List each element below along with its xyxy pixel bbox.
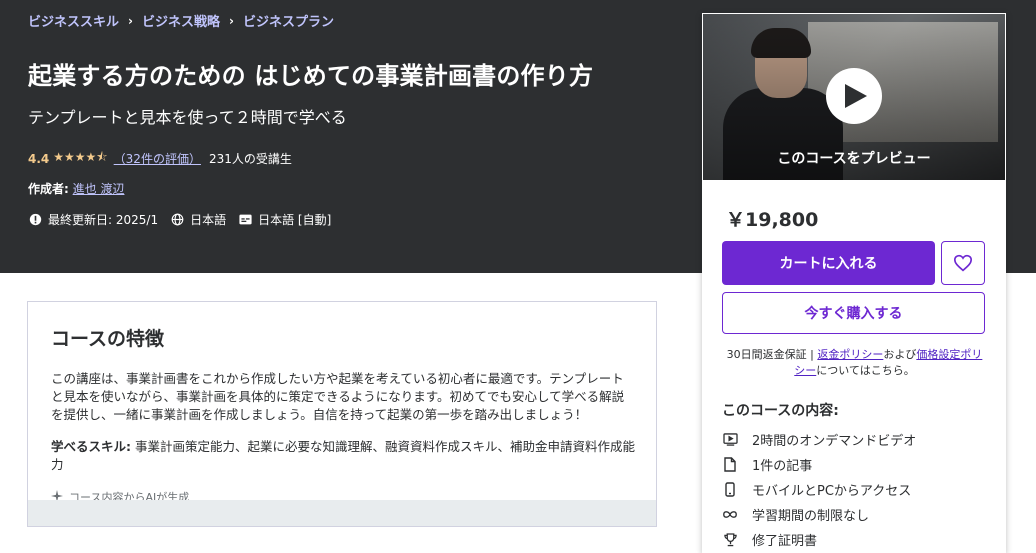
list-item: 1件の記事 bbox=[722, 452, 916, 477]
captions-icon bbox=[238, 213, 252, 227]
play-button[interactable] bbox=[826, 68, 882, 124]
course-title: 起業する方のための はじめての事業計画書の作り方 bbox=[28, 62, 594, 90]
features-skills: 学べるスキル: 事業計画策定能力、起業に必要な知識理解、融資資料作成スキル、補助… bbox=[51, 438, 636, 474]
include-label: 修了証明書 bbox=[752, 534, 818, 549]
course-meta: 最終更新日: 2025/1 日本語 日本語 [自動] bbox=[28, 211, 343, 228]
chevron-right-icon: › bbox=[128, 13, 133, 28]
purchase-sidebar: このコースをプレビュー ￥19,800 カートに入れる 今すぐ購入する 30日間… bbox=[702, 13, 1006, 553]
video-icon bbox=[722, 432, 738, 448]
buy-now-button[interactable]: 今すぐ購入する bbox=[722, 292, 985, 334]
chevron-right-icon: › bbox=[228, 13, 234, 28]
mobile-icon bbox=[722, 482, 738, 498]
course-captions: 日本語 [自動] bbox=[258, 213, 332, 227]
includes-heading: このコースの内容: bbox=[722, 403, 839, 419]
breadcrumb-item-business-plan[interactable]: ビジネスプラン bbox=[243, 11, 334, 30]
breadcrumb: ビジネススキル › ビジネス戦略 › ビジネスプラン bbox=[28, 11, 334, 31]
expand-fade bbox=[28, 500, 656, 526]
breadcrumb-item-business-skills[interactable]: ビジネススキル bbox=[28, 11, 119, 30]
heart-icon bbox=[953, 254, 973, 272]
include-label: 1件の記事 bbox=[752, 459, 813, 474]
guarantee-prefix: 30日間返金保証 | bbox=[726, 348, 818, 361]
file-icon bbox=[722, 457, 738, 473]
star-rating-icon: ★★★★⯪ bbox=[53, 150, 108, 164]
features-description: この講座は、事業計画書をこれから作成したい方や起業を考えている初心者に最適です。… bbox=[51, 371, 625, 422]
alert-badge-icon bbox=[28, 213, 42, 227]
course-preview[interactable]: このコースをプレビュー bbox=[702, 13, 1006, 181]
student-count: 231人の受講生 bbox=[208, 152, 292, 166]
refund-policy-link[interactable]: 返金ポリシー bbox=[817, 348, 883, 361]
and-text: および bbox=[883, 348, 917, 361]
last-updated: 最終更新日: 2025/1 bbox=[48, 213, 159, 227]
skills-label: 学べるスキル: bbox=[51, 439, 131, 454]
rating-value: 4.4 bbox=[28, 151, 50, 166]
features-heading: コースの特徴 bbox=[51, 328, 165, 350]
skills-text: 事業計画策定能力、起業に必要な知識理解、融資資料作成スキル、補助金申請資料作成能… bbox=[51, 439, 635, 472]
trophy-icon bbox=[722, 532, 738, 548]
add-to-cart-button[interactable]: カートに入れる bbox=[722, 241, 935, 285]
include-label: モバイルとPCからアクセス bbox=[752, 484, 912, 499]
author-link[interactable]: 進也 渡辺 bbox=[73, 182, 125, 196]
globe-icon bbox=[170, 213, 184, 227]
guarantee-suffix: についてはこちら。 bbox=[816, 364, 915, 377]
breadcrumb-item-business-strategy[interactable]: ビジネス戦略 bbox=[142, 11, 220, 30]
rating-count-link[interactable]: （32件の評価） bbox=[114, 150, 201, 167]
include-label: 学習期間の制限なし bbox=[752, 509, 870, 524]
rating-row: 4.4 ★★★★⯪ （32件の評価） 231人の受講生 bbox=[28, 148, 292, 169]
include-label: 2時間のオンデマンドビデオ bbox=[752, 434, 917, 449]
course-subtitle: テンプレートと見本を使って２時間で学べる bbox=[28, 108, 347, 127]
play-icon bbox=[845, 84, 867, 108]
course-features-card: コースの特徴 この講座は、事業計画書をこれから作成したい方や起業を考えている初心… bbox=[27, 301, 657, 527]
includes-list: 2時間のオンデマンドビデオ 1件の記事 モバイルとPCからアクセス 学習期間の制… bbox=[722, 427, 916, 552]
list-item: 修了証明書 bbox=[722, 527, 916, 552]
guarantee-text: 30日間返金保証 | 返金ポリシーおよび価格設定ポリシーについてはこちら。 bbox=[722, 347, 987, 379]
list-item: 2時間のオンデマンドビデオ bbox=[722, 427, 916, 452]
course-price: ￥19,800 bbox=[726, 209, 819, 231]
course-language: 日本語 bbox=[190, 213, 227, 227]
list-item: 学習期間の制限なし bbox=[722, 502, 916, 527]
list-item: モバイルとPCからアクセス bbox=[722, 477, 916, 502]
wishlist-button[interactable] bbox=[941, 241, 985, 285]
author-label: 作成者: bbox=[28, 182, 69, 196]
infinity-icon bbox=[722, 507, 738, 523]
author-row: 作成者: 進也 渡辺 bbox=[28, 180, 124, 197]
preview-label: このコースをプレビュー bbox=[777, 151, 931, 167]
